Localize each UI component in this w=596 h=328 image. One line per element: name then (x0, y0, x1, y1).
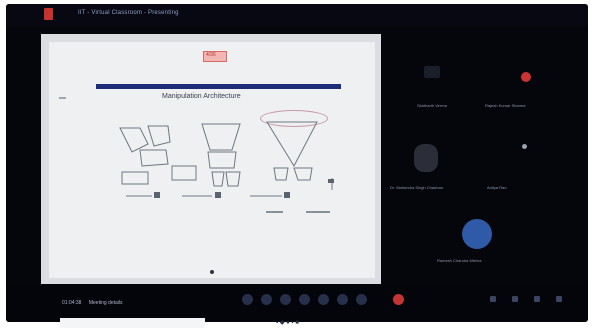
slide-footer-left (266, 211, 283, 213)
end-call-button[interactable] (393, 294, 404, 305)
mic-button[interactable] (242, 294, 253, 305)
taskbar-strip (60, 318, 205, 328)
mic-muted-icon (522, 144, 527, 149)
participant-name-5: Ramesh Chandra Mishra (437, 258, 482, 263)
slide-indicator-dot (210, 270, 214, 274)
title-bar: IIT - Virtual Classroom - Presenting (6, 4, 588, 26)
participant-avatar-5[interactable] (462, 219, 492, 249)
participant-video-1[interactable] (424, 66, 440, 78)
raise-hand-button[interactable] (299, 294, 310, 305)
slide-header-bar (96, 84, 341, 89)
slide-number: 4/36 (206, 52, 216, 58)
meeting-time: 01:04:38 (62, 300, 82, 306)
slide-title: Manipulation Architecture (162, 93, 241, 100)
reactions-button[interactable] (356, 294, 367, 305)
info-icon[interactable] (490, 296, 496, 302)
participant-name-4: Aditya Rao (487, 185, 507, 190)
meeting-screen: IIT - Virtual Classroom - Presenting 4/3… (6, 4, 588, 322)
diagram-svg (119, 121, 334, 198)
taskbar-icon[interactable]: ■ (295, 320, 299, 326)
participant-name-1: Siddharth Verma (417, 103, 447, 108)
slide-margin-mark (59, 97, 66, 99)
app-icon[interactable] (44, 8, 53, 20)
participant-name-2: Rajesh Kumar Sharma (485, 103, 526, 108)
taskbar-icon[interactable]: ▪ (291, 320, 293, 326)
taskbar-icon[interactable]: ◆ (280, 320, 285, 326)
present-button[interactable] (318, 294, 329, 305)
taskbar-icon[interactable]: ▪ (276, 320, 278, 326)
taskbar-icon[interactable]: ● (286, 320, 290, 326)
taskbar-icons: ▪ ◆ ● ▪ ■ (276, 319, 299, 326)
participant-avatar-2[interactable] (521, 72, 531, 82)
people-icon[interactable] (512, 296, 518, 302)
camera-button[interactable] (261, 294, 272, 305)
participant-name-3: Dr. Mahendra Singh Chauhan (390, 185, 443, 190)
activities-icon[interactable] (556, 296, 562, 302)
more-options-button[interactable] (337, 294, 348, 305)
captions-button[interactable] (280, 294, 291, 305)
participant-video-3[interactable] (414, 144, 438, 172)
meeting-details-label[interactable]: Meeting details (89, 300, 123, 306)
window-title: IIT - Virtual Classroom - Presenting (78, 10, 179, 16)
chat-icon[interactable] (534, 296, 540, 302)
architecture-diagram (112, 116, 342, 209)
slide-footer-right (306, 211, 330, 213)
monitor-photo: IIT - Virtual Classroom - Presenting 4/3… (0, 0, 596, 328)
meeting-timer: 01:04:38 Meeting details (62, 300, 123, 306)
